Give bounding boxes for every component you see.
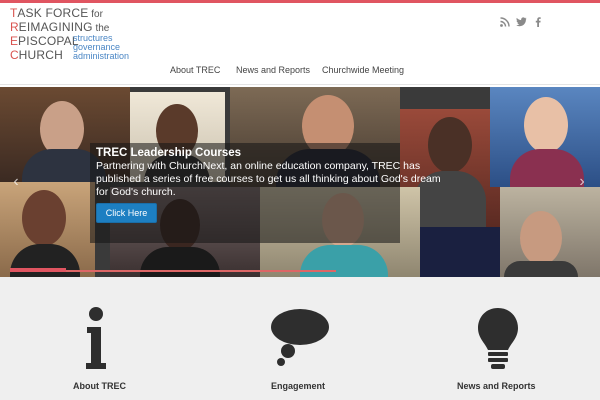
collage-shoulders: [510, 149, 584, 187]
feature-about-trec-label[interactable]: About TREC: [73, 381, 126, 391]
feature-news-and-reports-label[interactable]: News and Reports: [457, 381, 536, 391]
collage-shoulders: [504, 261, 578, 277]
logo-line-1: TASK FORCE for: [10, 6, 103, 21]
twitter-icon[interactable]: [515, 17, 527, 29]
feature-engagement-label[interactable]: Engagement: [271, 381, 325, 391]
slide-text: Partnering with ChurchNext, an online ed…: [96, 160, 441, 198]
logo-line-3: EPISCOPAL: [10, 34, 79, 48]
nav-about-trec[interactable]: About TREC: [170, 65, 220, 75]
facebook-icon[interactable]: [532, 17, 544, 29]
hero-slider[interactable]: TREC Leadership Courses Partnering with …: [0, 87, 600, 277]
slider-progress-track: [66, 270, 336, 272]
logo-sub-administration: administration: [73, 51, 130, 61]
slider-prev-arrow[interactable]: ‹: [10, 173, 22, 191]
nav-churchwide-meeting[interactable]: Churchwide Meeting: [322, 65, 404, 75]
collage-shoulders: [10, 244, 80, 277]
feature-section: About TREC Engagement News and Reports: [0, 277, 600, 400]
collage-face: [524, 97, 568, 153]
collage-shoulders: [300, 245, 388, 277]
collage-shoulders: [140, 247, 220, 277]
logo-line-4: CHURCH: [10, 48, 64, 62]
lightbulb-icon[interactable]: [477, 307, 519, 373]
header-divider: [0, 84, 600, 85]
slide-caption: TREC Leadership Courses Partnering with …: [90, 143, 441, 243]
collage-tile: [500, 187, 600, 277]
rss-icon[interactable]: [499, 17, 511, 29]
collage-face: [520, 211, 562, 265]
speech-bubble-icon[interactable]: [270, 309, 330, 367]
collage-tile: [0, 182, 95, 277]
collage-tile: [420, 227, 500, 277]
slider-next-arrow[interactable]: ›: [576, 173, 588, 191]
site-logo[interactable]: TASK FORCE for REIMAGINING the EPISCOPAL…: [10, 7, 140, 67]
collage-face: [22, 190, 66, 246]
collage-tile: [490, 87, 600, 187]
info-icon[interactable]: [84, 307, 108, 369]
slide-title: TREC Leadership Courses: [96, 147, 242, 159]
click-here-button[interactable]: Click Here: [96, 203, 157, 223]
site-header: TASK FORCE for REIMAGINING the EPISCOPAL…: [0, 3, 600, 87]
nav-news-and-reports[interactable]: News and Reports: [236, 65, 310, 75]
slider-progress-indicator: [10, 268, 66, 272]
